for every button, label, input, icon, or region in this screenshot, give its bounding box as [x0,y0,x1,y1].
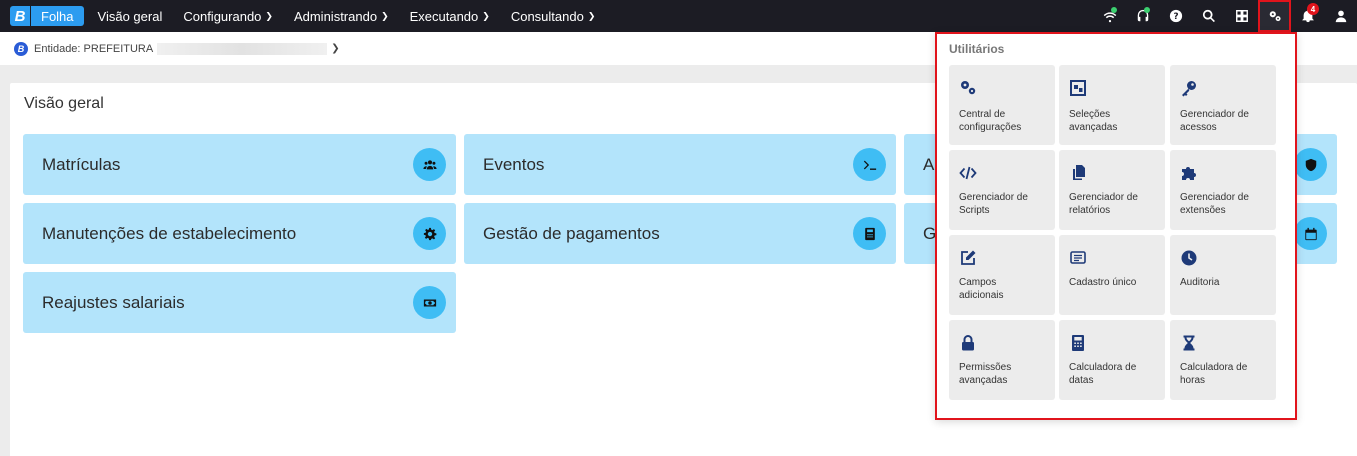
tile-calculadora-datas[interactable]: Calculadora de datas [1059,320,1165,400]
card-eventos[interactable]: Eventos [464,134,896,195]
status-dot [1144,7,1150,13]
nav-consultando[interactable]: Consultando ❯ [511,9,596,24]
calendar-icon [1294,217,1327,250]
tile-cadastro-unico[interactable]: Cadastro único [1059,235,1165,315]
selection-icon [1069,79,1087,97]
main-nav: Visão geral Configurando ❯ Administrando ❯… [98,9,617,24]
chevron-down-icon: ❯ [482,10,490,21]
tile-central-configuracoes[interactable]: Central de configurações [949,65,1055,145]
nav-label: Configurando [183,8,262,24]
money-icon [413,286,446,319]
page-title: Visão geral [24,95,104,112]
list-icon [1069,249,1087,267]
gears-icon [959,79,977,97]
card-label: Eventos [483,154,545,174]
entity-logo: B [14,41,28,56]
copy-icon [1069,164,1087,182]
nav-label: Visão geral [97,8,163,24]
top-icons: ? 4 [1093,0,1357,32]
tile-label: Auditoria [1180,277,1220,288]
terminal-icon [853,148,886,181]
app-brand[interactable]: B Folha [10,6,84,26]
tile-label: Gerenciador de acessos [1180,109,1249,133]
card-label: Manutenções de estabelecimento [42,223,297,243]
chevron-down-icon[interactable]: ❯ [331,43,339,54]
status-dot [1111,7,1117,13]
tile-campos-adicionais[interactable]: Campos adicionais [949,235,1055,315]
shield-icon [1294,148,1327,181]
brand-logo: B [10,6,30,26]
utilities-gears-button[interactable] [1258,0,1291,32]
tile-label: Central de configurações [959,109,1022,133]
tile-gerenciador-relatorios[interactable]: Gerenciador de relatórios [1059,150,1165,230]
tile-calculadora-horas[interactable]: Calculadora de horas [1170,320,1276,400]
card-label: Reajustes salariais [42,292,185,312]
hourglass-icon [1180,334,1198,352]
headset-icon[interactable] [1126,0,1159,32]
chevron-down-icon: ❯ [587,10,596,21]
tile-gerenciador-scripts[interactable]: Gerenciador de Scripts [949,150,1055,230]
tile-label: Gerenciador de Scripts [959,192,1028,216]
users-icon [413,148,446,181]
top-bar: B Folha Visão geral Configurando ❯ Admini… [0,0,1357,32]
card-label: Matrículas [42,154,121,174]
card-matriculas[interactable]: Matrículas [23,134,456,195]
svg-text:?: ? [1173,12,1178,22]
nav-visao-geral[interactable]: Visão geral [98,9,163,24]
nav-executando[interactable]: Executando ❯ [410,9,490,24]
entity-name-redacted [157,42,328,55]
tile-label: Calculadora de horas [1180,362,1248,386]
code-icon [959,164,977,182]
tile-permissoes-avancadas[interactable]: Permissões avançadas [949,320,1055,400]
tile-label: Cadastro único [1069,277,1137,288]
card-gestao-pagamentos[interactable]: Gestão de pagamentos [464,203,896,264]
search-icon[interactable] [1192,0,1225,32]
edit-icon [959,249,977,267]
tile-selecoes-avancadas[interactable]: Seleções avançadas [1059,65,1165,145]
wifi-icon[interactable] [1093,0,1126,32]
tile-label: Gerenciador de extensões [1180,192,1249,216]
bell-icon[interactable]: 4 [1291,0,1324,32]
lock-icon [959,334,977,352]
popup-title: Utilitários [949,42,1005,56]
tile-label: Campos adicionais [959,277,1004,301]
entity-label: Entidade: PREFEITURA [34,42,154,55]
puzzle-icon [1180,164,1198,182]
notification-badge: 4 [1307,3,1319,15]
apps-icon[interactable] [1225,0,1258,32]
tile-label: Gerenciador de relatórios [1069,192,1138,216]
nav-label: Consultando [510,8,584,24]
user-icon[interactable] [1324,0,1357,32]
tile-gerenciador-acessos[interactable]: Gerenciador de acessos [1170,65,1276,145]
chevron-down-icon: ❯ [265,10,273,21]
card-label: A [923,154,935,174]
nav-label: Administrando [293,8,378,24]
clock-icon [1180,249,1198,267]
tile-label: Calculadora de datas [1069,362,1137,386]
nav-label: Executando [409,8,479,24]
card-label: Gestão de pagamentos [483,223,660,243]
tile-label: Permissões avançadas [959,362,1012,386]
key-icon [1180,79,1198,97]
tile-auditoria[interactable]: Auditoria [1170,235,1276,315]
brand-name: Folha [31,6,84,26]
tile-gerenciador-extensoes[interactable]: Gerenciador de extensões [1170,150,1276,230]
gears-icon [1269,11,1281,22]
calculator-icon [853,217,886,250]
tile-label: Seleções avançadas [1069,109,1118,133]
nav-administrando[interactable]: Administrando ❯ [294,9,389,24]
calculator-icon [1069,334,1087,352]
nav-configurando[interactable]: Configurando ❯ [183,9,273,24]
utilities-popup: Utilitários Central de configurações Sele… [935,32,1297,420]
card-reajustes[interactable]: Reajustes salariais [23,272,456,333]
help-icon[interactable]: ? [1159,0,1192,32]
gear-icon [413,217,446,250]
chevron-down-icon: ❯ [381,10,389,21]
card-manutencoes[interactable]: Manutenções de estabelecimento [23,203,456,264]
